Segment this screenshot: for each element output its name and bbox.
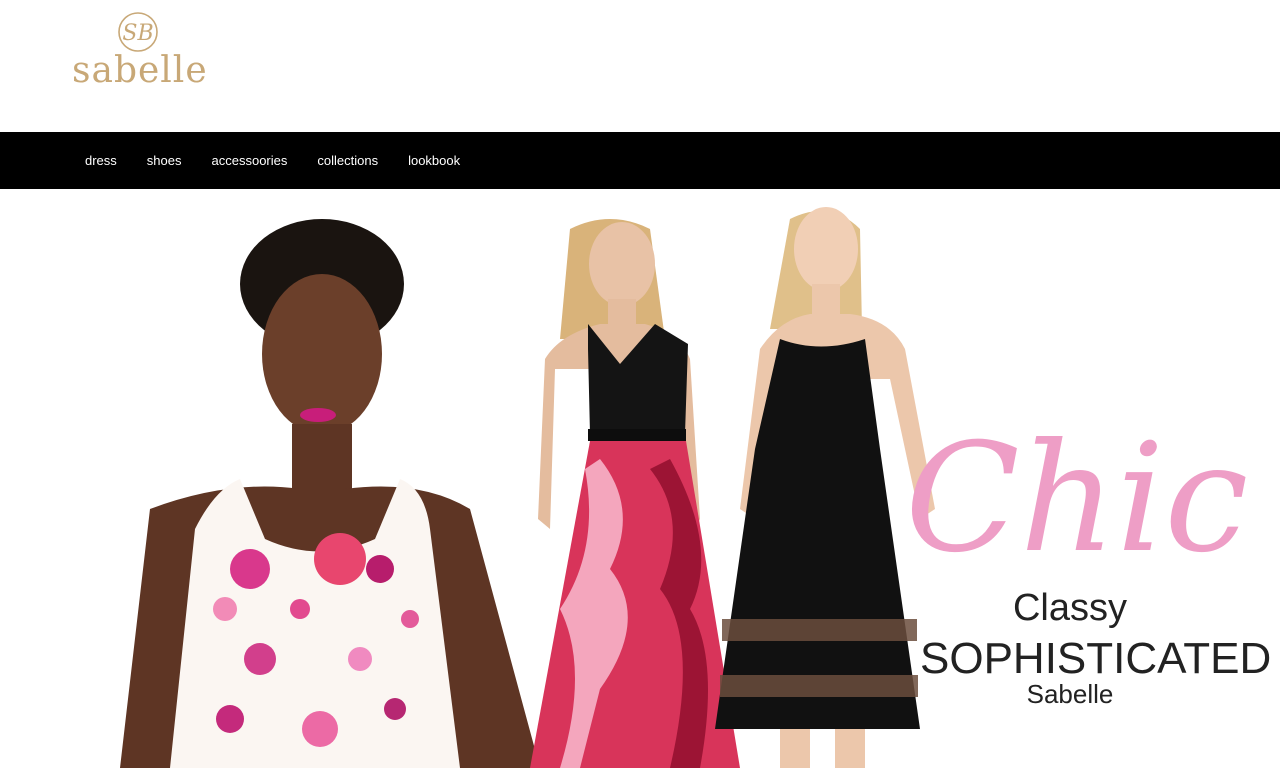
monogram-icon: SB [118, 12, 158, 52]
nav-item-lookbook[interactable]: lookbook [393, 153, 475, 168]
nav-item-collections[interactable]: collections [302, 153, 393, 168]
model-floral-dress [120, 219, 540, 768]
site-header: SB sabelle [0, 0, 1280, 132]
model-black-dress [715, 207, 935, 768]
hero-line-classy: Classy [1012, 587, 1128, 629]
brand-name: sabelle [72, 50, 208, 91]
monogram-text: SB [122, 21, 153, 46]
model-floral-gown [530, 219, 740, 768]
hero-banner[interactable]: Chic Classy SOPHISTICATED Sabelle [0, 189, 1280, 768]
main-nav: dress shoes accessoories collections loo… [0, 132, 1280, 189]
nav-item-accessories[interactable]: accessoories [197, 153, 303, 168]
hero-line-sophisticated: SOPHISTICATED [920, 634, 1272, 683]
nav-item-shoes[interactable]: shoes [132, 153, 197, 168]
brand-logo[interactable]: SB sabelle [72, 10, 208, 92]
nav-item-dress[interactable]: dress [70, 153, 132, 168]
hero-line-sabelle: Sabelle [1026, 679, 1114, 709]
hero-script-chic: Chic [905, 412, 1249, 586]
